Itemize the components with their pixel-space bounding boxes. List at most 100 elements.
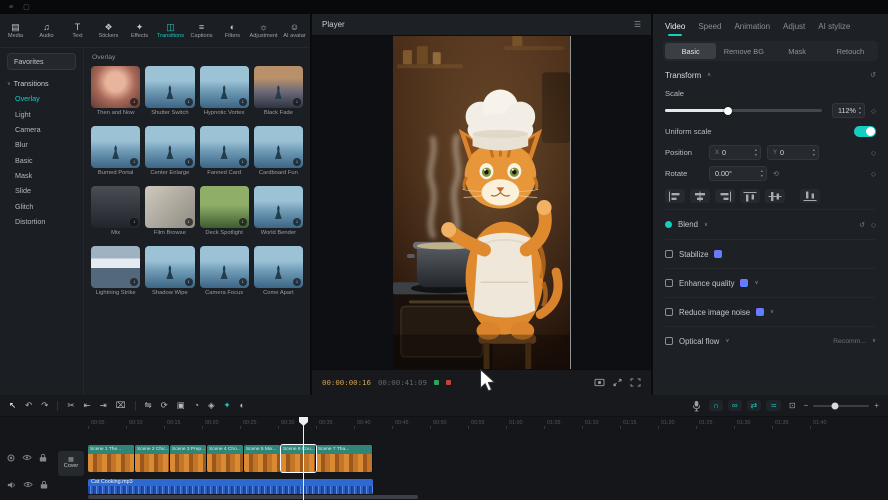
- mirror-icon[interactable]: ⇋: [145, 401, 152, 410]
- playhead[interactable]: [303, 417, 304, 500]
- tab-video[interactable]: Video: [665, 22, 685, 31]
- align-right-icon[interactable]: [715, 189, 735, 203]
- fit-screen-icon[interactable]: [612, 378, 623, 387]
- sidebar-item-transitions[interactable]: ∨Transitions: [0, 76, 83, 91]
- lock-track-icon[interactable]: [39, 453, 47, 462]
- layout-icon[interactable]: ▢: [23, 4, 30, 11]
- top-tab-media[interactable]: ▤Media: [0, 14, 31, 47]
- audio-clip[interactable]: Cat Cooking.mp3: [88, 479, 373, 494]
- transition-item-lightning-strike[interactable]: ↓Lightning Strike: [91, 246, 140, 296]
- fullscreen-icon[interactable]: [630, 378, 641, 387]
- delete-left-icon[interactable]: ⇤: [84, 401, 91, 410]
- optical-flow-quality-dropdown[interactable]: Recomm...: [833, 338, 866, 345]
- sidebar-item-camera[interactable]: Camera: [0, 122, 83, 137]
- transition-item-center-enlarge[interactable]: ↓Center Enlarge: [145, 126, 194, 176]
- align-center-horizontal-icon[interactable]: [690, 189, 710, 203]
- magnet-toggle-icon[interactable]: ∩: [709, 400, 723, 412]
- smart-tools-icon[interactable]: ✦: [224, 401, 231, 410]
- transition-item-shutter-switch[interactable]: ↓Shutter Switch: [145, 66, 194, 116]
- blend-keyframe-icon[interactable]: ◇: [871, 221, 876, 229]
- align-top-icon[interactable]: [740, 189, 760, 203]
- stepper-down-icon[interactable]: ▾: [755, 153, 757, 157]
- optical-flow-section[interactable]: Optical flow ∨ Recomm... ∨: [665, 326, 876, 355]
- sidebar-item-distortion[interactable]: Distortion: [0, 214, 83, 229]
- clip-scene-7-tha[interactable]: Scene 7 Tha...: [316, 445, 373, 472]
- mask-tool-icon[interactable]: ◐: [240, 401, 245, 410]
- top-tab-text[interactable]: TText: [62, 14, 93, 47]
- zoom-out-icon[interactable]: −: [804, 401, 809, 410]
- sidebar-item-glitch[interactable]: Glitch: [0, 199, 83, 214]
- reduce-noise-section[interactable]: Reduce image noise ∨: [665, 297, 876, 326]
- rotate-stepper[interactable]: ▴▾: [761, 169, 763, 177]
- blend-section[interactable]: Blend ∨ ↺ ◇: [665, 210, 876, 239]
- position-y-stepper[interactable]: ▴▾: [813, 148, 815, 156]
- stabilize-section[interactable]: Stabilize: [665, 239, 876, 268]
- cover-button[interactable]: ▦ Cover: [58, 451, 84, 476]
- record-voiceover-icon[interactable]: [692, 400, 701, 412]
- clip-scene-3-prep[interactable]: Scene 3 Prep...: [170, 445, 207, 472]
- zoom-slider-knob[interactable]: [831, 402, 838, 409]
- scale-slider-knob[interactable]: [724, 107, 732, 115]
- crop-icon[interactable]: ▣: [177, 401, 185, 410]
- timeline-ruler[interactable]: 00:0500:1000:1500:2000:2500:3000:3500:40…: [88, 417, 888, 430]
- subtab-retouch[interactable]: Retouch: [825, 43, 876, 59]
- top-tab-stickers[interactable]: ❖Stickers: [93, 14, 124, 47]
- menu-icon[interactable]: ≡: [9, 4, 13, 11]
- rotate-ccw-icon[interactable]: ⟲: [773, 170, 779, 178]
- marker-icon[interactable]: ◈: [208, 401, 215, 410]
- transition-item-black-fade[interactable]: ↓Black Fade: [254, 66, 303, 116]
- rotate-keyframe-icon[interactable]: ◇: [871, 170, 876, 178]
- transition-item-deck-spotlight[interactable]: ↓Deck Spotlight: [200, 186, 249, 236]
- position-x-input[interactable]: X 0 ▴▾: [709, 145, 761, 160]
- rotate-input[interactable]: 0.00° ▴▾: [709, 166, 767, 181]
- transform-section-header[interactable]: Transform ∧ ↺: [665, 63, 876, 87]
- enhance-quality-section[interactable]: Enhance quality ∨: [665, 268, 876, 297]
- subtab-basic[interactable]: Basic: [665, 43, 716, 59]
- sidebar-item-slide[interactable]: Slide: [0, 183, 83, 198]
- sidebar-item-mask[interactable]: Mask: [0, 168, 83, 183]
- position-keyframe-icon[interactable]: ◇: [871, 149, 876, 157]
- rotate-icon[interactable]: ⟳: [161, 401, 168, 410]
- position-y-input[interactable]: Y 0 ▴▾: [767, 145, 819, 160]
- timeline-scrollbar[interactable]: [88, 495, 418, 499]
- tab-ai-stylize[interactable]: AI stylize: [818, 22, 850, 31]
- clip-scene-1-the[interactable]: Scene 1 The...: [88, 445, 135, 472]
- snap-toggle-icon[interactable]: ⇄: [747, 400, 762, 412]
- transition-item-mix[interactable]: ↓Mix: [91, 186, 140, 236]
- sidebar-item-favorites[interactable]: Favorites: [7, 53, 76, 70]
- sidebar-item-basic[interactable]: Basic: [0, 153, 83, 168]
- sidebar-item-blur[interactable]: Blur: [0, 137, 83, 152]
- preview-display-icon[interactable]: ⊡: [789, 401, 796, 410]
- top-tab-captions[interactable]: ≡Captions: [186, 14, 217, 47]
- transition-item-hypnotic-vortex[interactable]: ↓Hypnotic Vortex: [200, 66, 249, 116]
- blend-reset-icon[interactable]: ↺: [859, 221, 865, 229]
- link-clips-toggle-icon[interactable]: ∞: [728, 400, 742, 412]
- top-tab-ai-avatar[interactable]: ☺AI avatar: [279, 14, 310, 47]
- redo-icon[interactable]: ↷: [41, 401, 48, 410]
- transform-reset-icon[interactable]: ↺: [870, 71, 876, 79]
- player-options-icon[interactable]: ☰: [634, 20, 641, 29]
- transition-item-burned-portal[interactable]: ↓Burned Portal: [91, 126, 140, 176]
- top-tab-transitions[interactable]: ◫Transitions: [155, 14, 186, 47]
- undo-icon[interactable]: ↶: [25, 401, 32, 410]
- mute-track-icon[interactable]: [7, 481, 16, 489]
- scale-keyframe-icon[interactable]: ◇: [871, 107, 876, 115]
- multi-select-toggle-icon[interactable]: ≍: [766, 400, 781, 412]
- hide-track-icon[interactable]: [23, 481, 33, 488]
- clip-scene-6-cou[interactable]: Scene 6 Cou...: [281, 445, 316, 472]
- zoom-in-icon[interactable]: +: [874, 401, 879, 410]
- clip-scene-5-mix[interactable]: Scene 5 Mix...: [244, 445, 281, 472]
- top-tab-effects[interactable]: ✦Effects: [124, 14, 155, 47]
- clip-scene-2-chic[interactable]: Scene 2 Chic...: [135, 445, 170, 472]
- speed-icon[interactable]: ◔: [194, 401, 199, 410]
- delete-icon[interactable]: ⌧: [116, 401, 126, 410]
- top-tab-adjustment[interactable]: ☼Adjustment: [248, 14, 279, 47]
- scale-slider[interactable]: [665, 109, 822, 112]
- transition-item-camera-focus[interactable]: ↓Camera Focus: [200, 246, 249, 296]
- align-middle-vertical-icon[interactable]: [765, 189, 785, 203]
- hide-track-icon[interactable]: [22, 454, 32, 461]
- position-x-stepper[interactable]: ▴▾: [755, 148, 757, 156]
- timeline-zoom-slider[interactable]: [813, 405, 869, 407]
- split-icon[interactable]: ✂: [67, 401, 74, 410]
- sidebar-item-light[interactable]: Light: [0, 106, 83, 121]
